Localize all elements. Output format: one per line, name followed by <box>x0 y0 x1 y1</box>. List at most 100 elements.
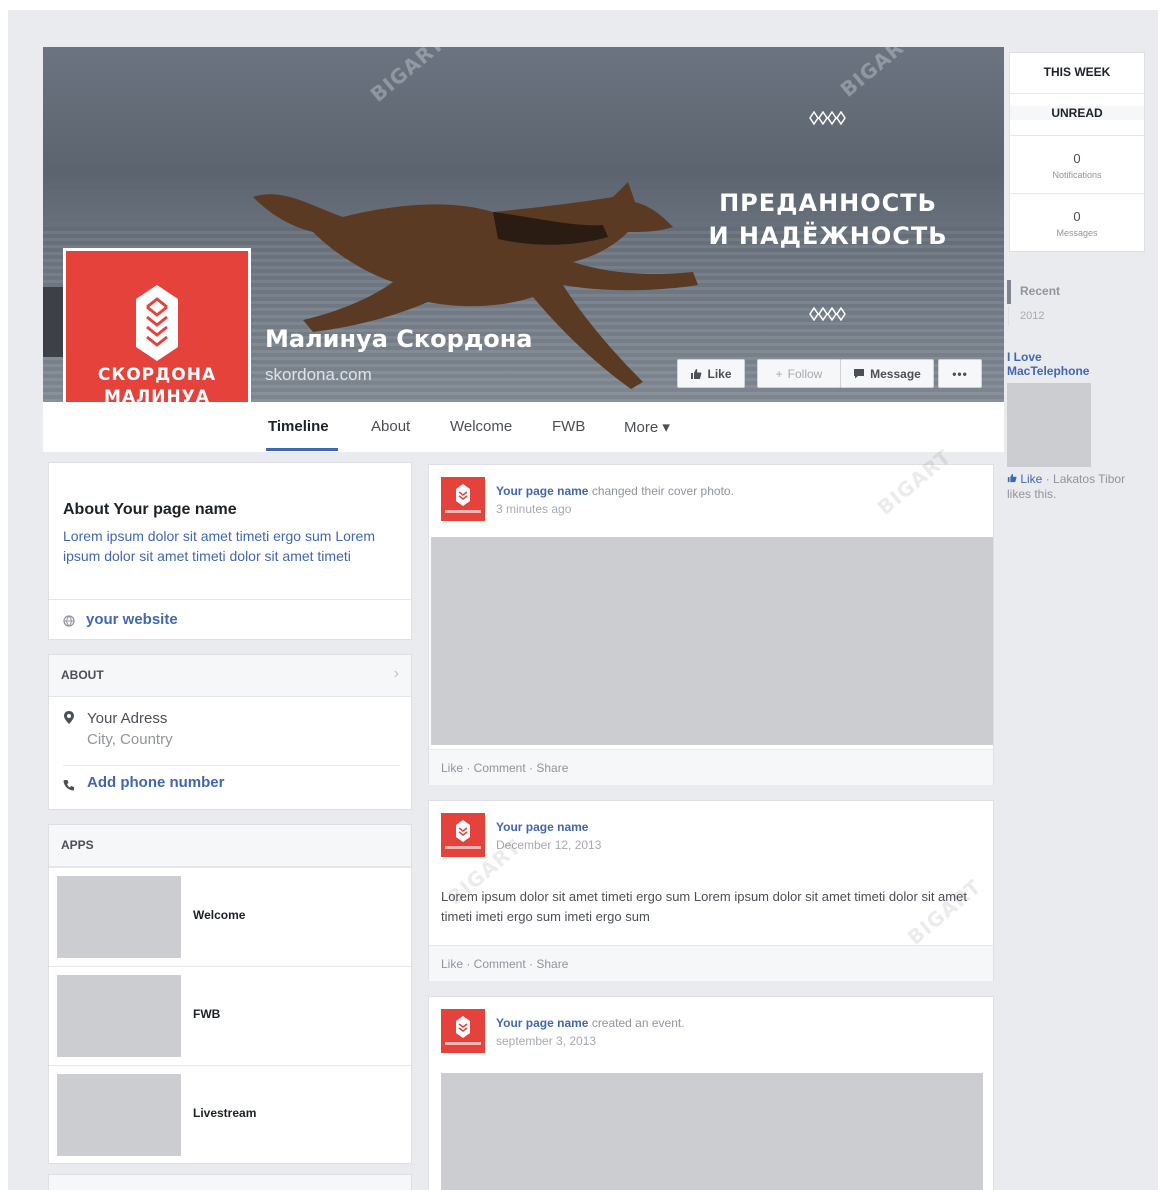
app-label: Welcome <box>193 908 246 922</box>
tab-more[interactable]: More ▾ <box>624 418 670 436</box>
divider <box>49 599 411 600</box>
avatar-caption <box>445 1042 481 1045</box>
brand-ornament-icon <box>456 1016 470 1038</box>
unread-label: UNREAD <box>1010 106 1144 120</box>
decor-pattern-top <box>809 111 846 125</box>
follow-button-label: Follow <box>787 366 823 381</box>
about-card: About Your page name Lorem ipsum dolor s… <box>48 462 412 640</box>
brand-ornament-icon <box>136 285 178 361</box>
location-pin-icon <box>64 711 74 724</box>
divider <box>1010 93 1144 94</box>
post-text: Lorem ipsum dolor sit amet timeti ergo s… <box>441 889 967 924</box>
address-text: Your Adress <box>87 710 168 727</box>
page-title: Малинуа Скордона <box>265 325 533 353</box>
about-title: About Your page name <box>63 501 237 518</box>
brand-ornament-icon <box>456 484 470 506</box>
this-week-label: THIS WEEK <box>1043 65 1111 79</box>
website-link[interactable]: your website <box>86 611 178 628</box>
message-button[interactable]: Message <box>840 359 934 388</box>
tab-welcome[interactable]: Welcome <box>450 418 512 435</box>
liked-page-link[interactable]: I Love MacTelephone <box>1007 350 1117 378</box>
divider <box>1010 135 1144 136</box>
add-phone-link[interactable]: Add phone number <box>87 774 225 791</box>
like-link-label: Like <box>1020 472 1043 486</box>
post-actions-bar: Like · Comment · Share <box>429 945 993 981</box>
like-link[interactable]: Like <box>1007 472 1046 486</box>
globe-icon <box>63 615 75 627</box>
thumbs-up-icon <box>1007 473 1017 483</box>
active-tab-indicator <box>266 448 338 451</box>
notifications-label: Notifications <box>1052 170 1102 180</box>
liked-page-image[interactable] <box>1007 383 1091 467</box>
tab-timeline[interactable]: Timeline <box>268 418 329 435</box>
post-actions-bar: Like · Comment · Share <box>429 749 993 785</box>
divider <box>63 765 399 766</box>
post-header: Your page name <box>496 820 588 834</box>
post-timestamp[interactable]: september 3, 2013 <box>496 1034 596 1048</box>
post-action-text: created an event. <box>591 1016 685 1030</box>
watermark: BIGART <box>835 47 920 102</box>
messages-count[interactable]: 0 <box>1010 209 1144 224</box>
next-section-card <box>48 1174 412 1190</box>
follow-button[interactable]: + Follow <box>757 359 841 388</box>
message-icon <box>854 369 865 379</box>
page-tabs-bar: Timeline About Welcome FWB More ▾ <box>43 402 1004 452</box>
page-url[interactable]: skordona.com <box>265 365 372 385</box>
post-header: Your page name changed their cover photo… <box>496 484 734 498</box>
app-thumbnail <box>57 876 181 958</box>
post-image[interactable] <box>431 537 993 745</box>
decor-pattern-bottom <box>809 307 846 321</box>
post-action-text: changed their cover photo. <box>591 484 734 498</box>
more-options-button[interactable]: ••• <box>938 359 982 388</box>
message-button-label: Message <box>870 366 921 381</box>
year-link[interactable]: 2012 <box>1020 310 1044 322</box>
post-timestamp[interactable]: 3 minutes ago <box>496 502 571 516</box>
avatar-caption <box>445 510 481 513</box>
app-label: Livestream <box>193 1106 257 1120</box>
app-label: FWB <box>193 1007 221 1021</box>
post-author-link[interactable]: Your page name <box>496 1016 588 1030</box>
app-thumbnail <box>57 1074 181 1156</box>
post-avatar[interactable] <box>441 1009 485 1053</box>
app-item-fwb[interactable]: FWB <box>49 966 411 1064</box>
cover-slogan: ПРЕДАННОСТЬ И НАДЁЖНОСТЬ <box>703 187 953 253</box>
tab-about[interactable]: About <box>371 418 410 435</box>
app-item-welcome[interactable]: Welcome <box>49 867 411 965</box>
post-actions-links[interactable]: Like · Comment · Share <box>441 761 568 775</box>
post-card: Your page name created an event. septemb… <box>428 996 994 1190</box>
about-section-label: ABOUT <box>61 668 104 682</box>
app-item-livestream[interactable]: Livestream <box>49 1065 411 1163</box>
post-author-link[interactable]: Your page name <box>496 820 588 834</box>
like-button[interactable]: Like <box>677 359 745 388</box>
timeline-line <box>1008 306 1009 326</box>
post-actions-links[interactable]: Like · Comment · Share <box>441 957 568 971</box>
post-header: Your page name created an event. <box>496 1016 685 1030</box>
post-image[interactable] <box>441 1073 983 1190</box>
apps-label: APPS <box>61 838 94 852</box>
post-card: Your page name December 12, 2013 Lorem i… <box>428 800 994 981</box>
like-info: Like · Lakatos Tibor likes this. <box>1007 472 1127 502</box>
post-avatar[interactable] <box>441 813 485 857</box>
apps-header: APPS <box>49 825 411 867</box>
plus-icon: + <box>775 366 783 381</box>
phone-icon <box>63 780 74 791</box>
slogan-line-2: И НАДЁЖНОСТЬ <box>708 222 948 250</box>
this-week-card: THIS WEEK UNREAD 0 Notifications 0 Messa… <box>1009 52 1145 252</box>
about-section-header[interactable]: ABOUT › <box>49 655 411 697</box>
slogan-line-1: ПРЕДАННОСТЬ <box>719 189 937 217</box>
about-description: Lorem ipsum dolor sit amet timeti ergo s… <box>63 528 375 564</box>
tab-fwb[interactable]: FWB <box>552 418 585 435</box>
thumbs-up-icon <box>691 368 702 379</box>
divider <box>1010 193 1144 194</box>
city-text: City, Country <box>87 731 173 748</box>
post-card: Your page name changed their cover photo… <box>428 464 994 785</box>
post-avatar[interactable] <box>441 477 485 521</box>
chevron-right-icon: › <box>393 665 399 682</box>
messages-label: Messages <box>1056 228 1098 238</box>
recent-link[interactable]: Recent <box>1020 284 1060 298</box>
notifications-count[interactable]: 0 <box>1010 151 1144 166</box>
post-author-link[interactable]: Your page name <box>496 484 588 498</box>
brand-ornament-icon <box>456 820 470 842</box>
logo-line-1: СКОРДОНА <box>97 365 217 385</box>
apps-card: APPS Welcome FWB Livestream <box>48 824 412 1164</box>
